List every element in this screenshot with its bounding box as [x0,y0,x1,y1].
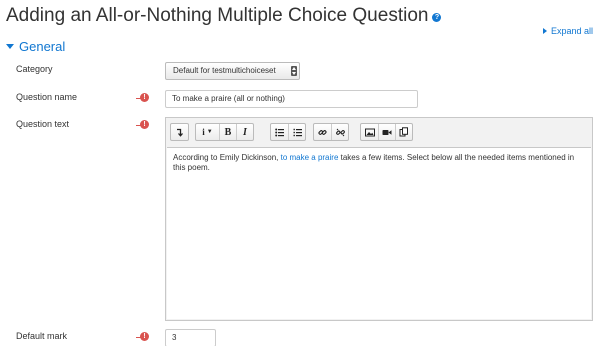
required-icon: ! [136,332,149,341]
media-icon[interactable] [378,124,395,140]
question-circle-icon[interactable]: ? [432,13,442,22]
question-text-before: According to Emily Dickinson, [173,153,281,162]
category-label: Category [16,64,53,74]
expand-all-label: Expand all [550,26,593,36]
question-text-label: Question text [16,119,70,129]
link-icon[interactable] [314,124,331,140]
toolbar-group-toggle [170,123,189,141]
select-arrows-icon [291,66,297,76]
question-text-content[interactable]: According to Emily Dickinson, to make a … [167,147,591,319]
default-mark-label: Default mark [16,331,68,341]
default-mark-input[interactable]: 3 [165,329,216,346]
section-header-general[interactable]: General [6,39,65,54]
toolbar-group-links [313,123,349,141]
toolbar-group-format: i ▼ B I [195,123,254,141]
paragraph-style-icon[interactable]: i ▼ [196,124,219,140]
category-selected-value: Default for testmultichoiceset [173,66,276,75]
page-title-text: Adding an All-or-Nothing Multiple Choice… [6,5,429,26]
editor-toolbar: i ▼ B I [166,118,592,146]
expand-triangle-icon [542,28,547,34]
question-text-link[interactable]: to make a praire [281,153,339,162]
question-name-label: Question name [16,92,78,102]
show-more-icon[interactable] [171,124,188,140]
bold-icon[interactable]: B [219,124,236,140]
italic-icon[interactable]: I [236,124,253,140]
question-text-editor: i ▼ B I According to Emily Dickinson, to… [165,117,593,321]
question-name-input[interactable]: To make a praire (all or nothing) [165,90,418,108]
caret-down-icon [6,44,14,49]
page-title: Adding an All-or-Nothing Multiple Choice… [6,5,442,27]
category-select[interactable]: Default for testmultichoiceset [165,62,300,80]
numbered-list-icon[interactable] [288,124,305,140]
manage-files-icon[interactable] [395,124,412,140]
required-icon: ! [136,93,149,102]
required-icon: ! [136,120,149,129]
toolbar-group-lists [270,123,306,141]
expand-all-link[interactable]: Expand all [542,26,593,36]
unlink-icon[interactable] [331,124,348,140]
bullet-list-icon[interactable] [271,124,288,140]
image-icon[interactable] [361,124,378,140]
section-title: General [19,39,66,54]
toolbar-group-media [360,123,413,141]
